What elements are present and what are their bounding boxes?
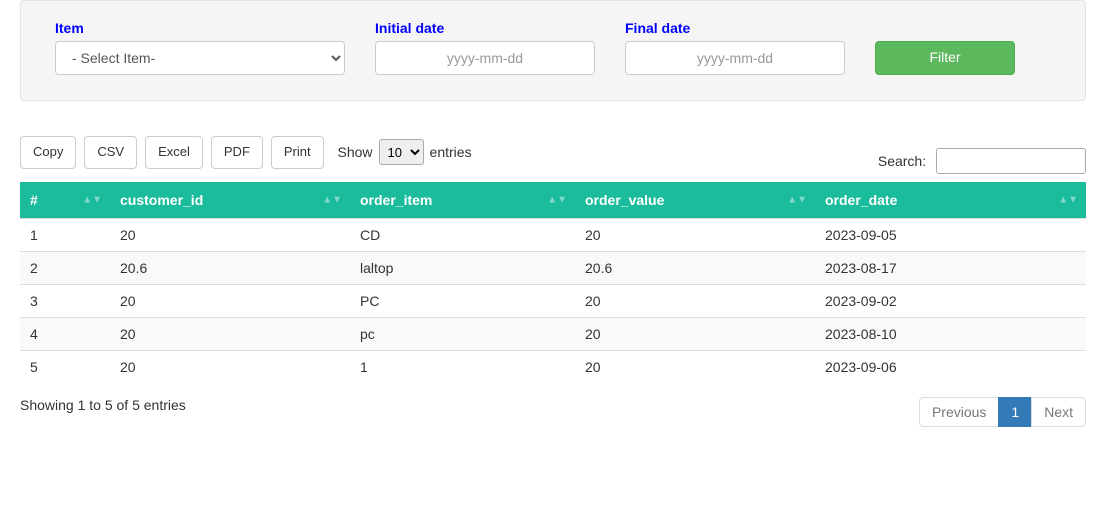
cell-cust: 20 — [110, 351, 350, 384]
cell-idx: 1 — [20, 219, 110, 252]
col-order-date[interactable]: order_date▲▼ — [815, 182, 1086, 219]
table-row: 120CD202023-09-05 — [20, 219, 1086, 252]
cell-item: 1 — [350, 351, 575, 384]
cell-val: 20 — [575, 285, 815, 318]
cell-val: 20 — [575, 351, 815, 384]
col-order-item[interactable]: order_item▲▼ — [350, 182, 575, 219]
filter-button[interactable]: Filter — [875, 41, 1015, 75]
print-button[interactable]: Print — [271, 136, 324, 169]
cell-date: 2023-08-17 — [815, 252, 1086, 285]
table-row: 220.6laltop20.62023-08-17 — [20, 252, 1086, 285]
copy-button[interactable]: Copy — [20, 136, 76, 169]
excel-button[interactable]: Excel — [145, 136, 203, 169]
cell-item: PC — [350, 285, 575, 318]
search-input[interactable] — [936, 148, 1086, 174]
prev-button[interactable]: Previous — [919, 397, 999, 427]
cell-cust: 20 — [110, 318, 350, 351]
sort-icon: ▲▼ — [787, 198, 807, 203]
cell-date: 2023-09-06 — [815, 351, 1086, 384]
search-label: Search: — [878, 153, 1086, 169]
col-customer-id[interactable]: customer_id▲▼ — [110, 182, 350, 219]
col-order-value[interactable]: order_value▲▼ — [575, 182, 815, 219]
initial-date-input[interactable] — [375, 41, 595, 75]
cell-date: 2023-09-05 — [815, 219, 1086, 252]
cell-idx: 3 — [20, 285, 110, 318]
cell-idx: 5 — [20, 351, 110, 384]
table-row: 320PC202023-09-02 — [20, 285, 1086, 318]
length-show-label: Show — [338, 144, 373, 160]
cell-item: laltop — [350, 252, 575, 285]
cell-date: 2023-08-10 — [815, 318, 1086, 351]
sort-icon: ▲▼ — [1058, 198, 1078, 203]
filter-panel: Item - Select Item- Initial date Final d… — [20, 0, 1086, 101]
orders-table: #▲▼ customer_id▲▼ order_item▲▼ order_val… — [20, 182, 1086, 383]
final-date-input[interactable] — [625, 41, 845, 75]
cell-val: 20 — [575, 219, 815, 252]
final-date-label: Final date — [625, 20, 845, 36]
length-entries-label: entries — [430, 144, 472, 160]
cell-val: 20 — [575, 318, 815, 351]
cell-cust: 20 — [110, 219, 350, 252]
cell-val: 20.6 — [575, 252, 815, 285]
toolbar: Copy CSV Excel PDF Print Show 10 entries… — [20, 136, 1086, 182]
sort-icon: ▲▼ — [322, 198, 342, 203]
item-label: Item — [55, 20, 345, 36]
sort-icon: ▲▼ — [82, 198, 102, 203]
next-button[interactable]: Next — [1031, 397, 1086, 427]
cell-cust: 20.6 — [110, 252, 350, 285]
table-row: 420pc202023-08-10 — [20, 318, 1086, 351]
cell-item: CD — [350, 219, 575, 252]
pagination: Previous1Next — [920, 397, 1086, 427]
col-index[interactable]: #▲▼ — [20, 182, 110, 219]
cell-idx: 4 — [20, 318, 110, 351]
cell-item: pc — [350, 318, 575, 351]
length-select[interactable]: 10 — [379, 139, 424, 165]
initial-date-label: Initial date — [375, 20, 595, 36]
table-row: 5201202023-09-06 — [20, 351, 1086, 384]
page-1-button[interactable]: 1 — [998, 397, 1032, 427]
cell-cust: 20 — [110, 285, 350, 318]
csv-button[interactable]: CSV — [84, 136, 137, 169]
pdf-button[interactable]: PDF — [211, 136, 263, 169]
cell-idx: 2 — [20, 252, 110, 285]
sort-icon: ▲▼ — [547, 198, 567, 203]
table-info: Showing 1 to 5 of 5 entries — [20, 397, 186, 413]
item-select[interactable]: - Select Item- — [55, 41, 345, 75]
cell-date: 2023-09-02 — [815, 285, 1086, 318]
